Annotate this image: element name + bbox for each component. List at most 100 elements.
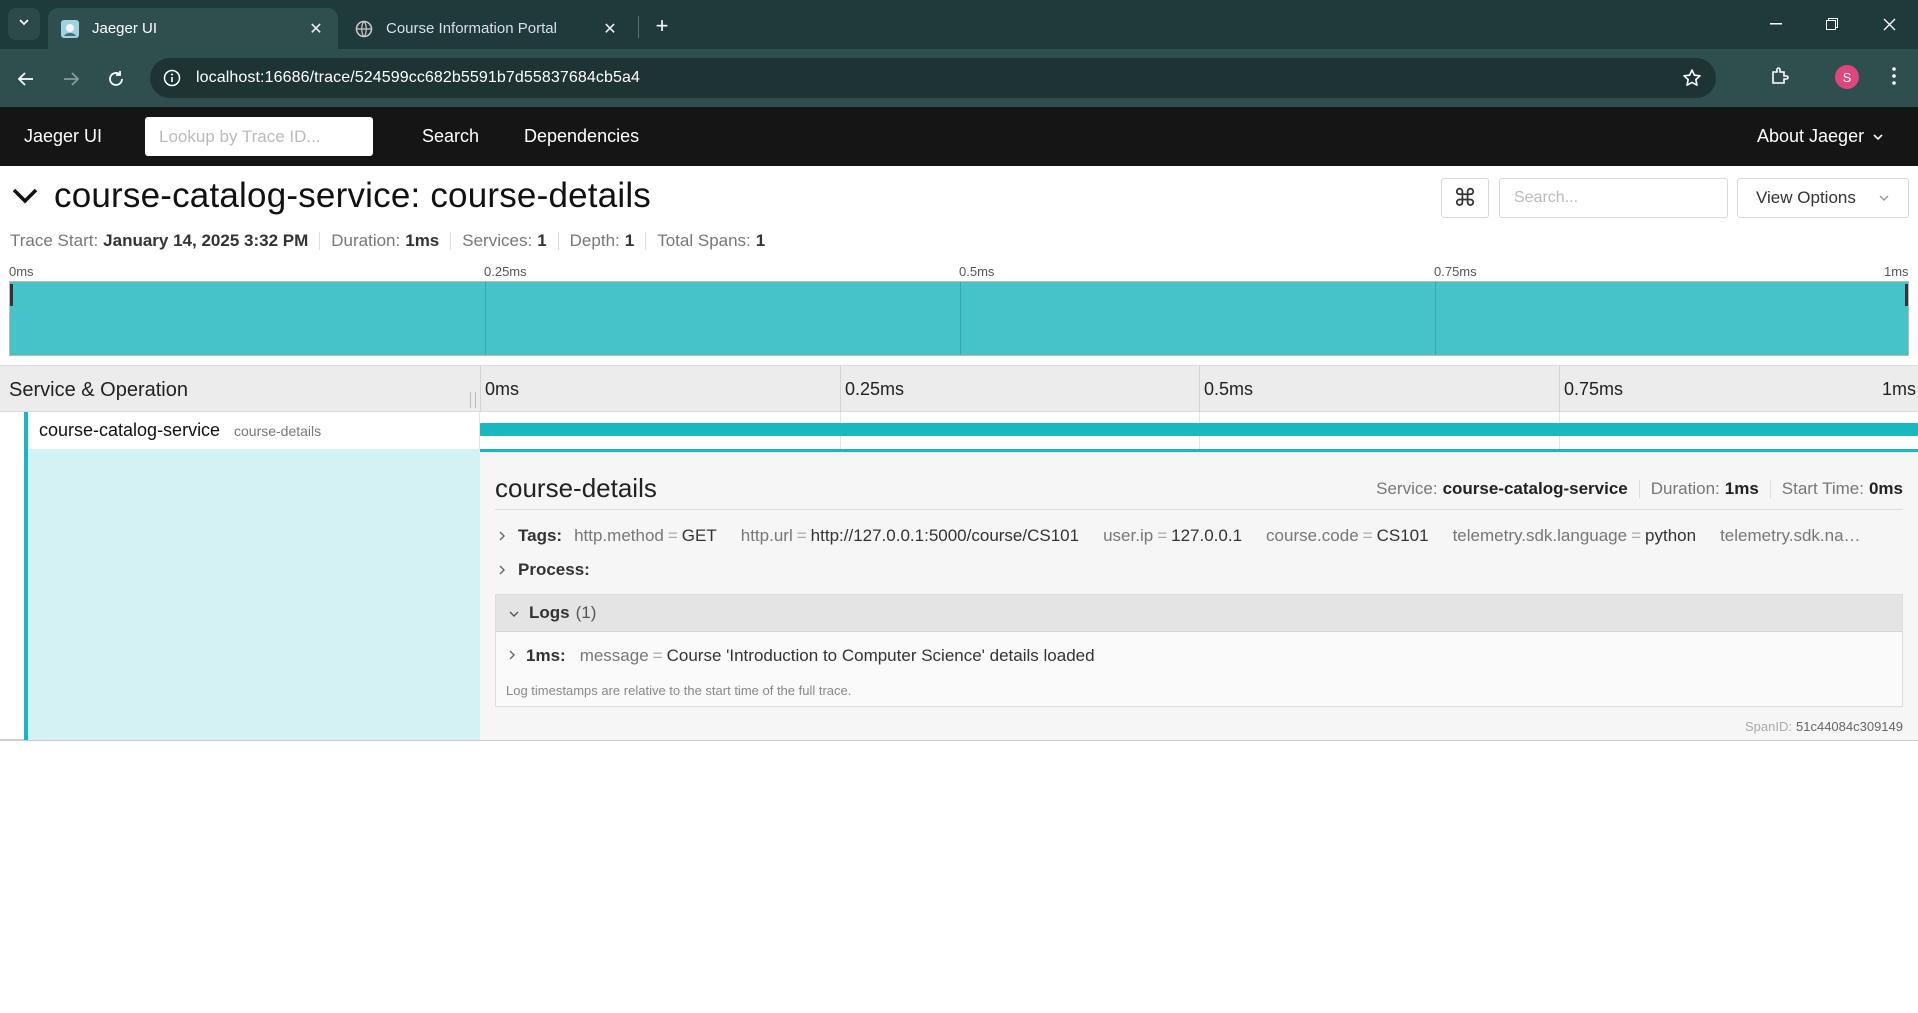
- collapse-chevron-icon[interactable]: [10, 181, 40, 211]
- chevron-down-icon: [1873, 133, 1883, 140]
- close-tab-icon[interactable]: ✕: [304, 17, 328, 41]
- timeline-tick-label: 1ms: [1882, 379, 1917, 399]
- timeline-tick-label: 0.5ms: [1204, 379, 1254, 399]
- minimap-tick-label: 0.5ms: [959, 264, 995, 279]
- logs-footnote: Log timestamps are relative to the start…: [506, 683, 852, 698]
- span-row[interactable]: course-catalog-service course-details: [0, 412, 1918, 449]
- trace-minimap[interactable]: [9, 281, 1909, 356]
- minimap-gridline: [485, 282, 486, 355]
- bookmark-star-icon[interactable]: [1680, 66, 1704, 90]
- jaeger-brand-link[interactable]: Jaeger UI: [24, 126, 102, 147]
- span-operation-name: course-details: [234, 423, 322, 439]
- timeline-tick-label: 0.25ms: [845, 379, 905, 399]
- nav-dependencies-link[interactable]: Dependencies: [524, 126, 639, 147]
- tab-course-information-portal[interactable]: Course Information Portal ✕: [342, 8, 632, 49]
- tag-item: course.code = CS101: [1266, 526, 1429, 545]
- chevron-right-icon[interactable]: [495, 530, 509, 542]
- minimap-tick-label: 0ms: [9, 264, 34, 279]
- tag-item: http.method = GET: [574, 526, 717, 545]
- logs-header[interactable]: Logs (1): [496, 595, 1902, 632]
- forward-arrow-icon: [64, 72, 80, 86]
- chevron-down-icon: [1879, 195, 1889, 201]
- log-timestamp: 1ms:: [526, 646, 566, 665]
- trace-total-spans: Total Spans: 1: [657, 231, 766, 250]
- new-tab-button[interactable]: +: [648, 12, 676, 40]
- address-bar[interactable]: localhost:16686/trace/524599cc682b5591b7…: [150, 58, 1716, 98]
- tab-search-button[interactable]: [8, 8, 40, 40]
- close-window-icon[interactable]: [1866, 8, 1912, 40]
- browser-tab-bar: Jaeger UI ✕ Course Information Portal ✕ …: [0, 0, 1918, 49]
- timeline-tick-label: 0ms: [485, 379, 520, 399]
- timeline-header: Service & Operation 0ms 0.25ms 0.5ms 0.7…: [0, 365, 1918, 413]
- span-service-name[interactable]: course-catalog-service: [39, 420, 220, 441]
- trace-title: course-catalog-service: course-details: [54, 176, 652, 215]
- jaeger-favicon-icon: [60, 19, 80, 39]
- timeline-tick-label: 0.75ms: [1564, 379, 1624, 399]
- minimap-tick-label: 1ms: [1884, 264, 1909, 279]
- jaeger-top-nav: Jaeger UI Search Dependencies About Jaeg…: [0, 107, 1918, 166]
- span-detail-summary: Service: course-catalog-service Duration:…: [1376, 479, 1903, 498]
- trace-id-lookup-input[interactable]: [145, 117, 373, 156]
- log-field: message = Course 'Introduction to Computer…: [579, 646, 1095, 665]
- tag-item: telemetry.sdk.na…: [1720, 526, 1861, 545]
- minimap-gridline: [1435, 282, 1436, 355]
- command-key-icon: ⌘: [1453, 184, 1477, 212]
- tag-item: http.url = http://127.0.0.1:5000/course/CS…: [740, 526, 1080, 545]
- keyboard-shortcuts-button[interactable]: ⌘: [1441, 178, 1489, 218]
- process-label: Process:: [518, 560, 590, 579]
- span-detail-row: course-details Service: course-catalog-se…: [0, 449, 1918, 741]
- minimap-tick-label: 0.25ms: [484, 264, 527, 279]
- trace-meta: Trace Start: January 14, 2025 3:32 PM Dur…: [10, 231, 765, 251]
- span-color-bar: [24, 412, 28, 449]
- tag-item: telemetry.sdk.language = python: [1452, 526, 1697, 545]
- minimap-left-handle[interactable]: [10, 284, 13, 306]
- about-jaeger-menu[interactable]: About Jaeger: [1757, 126, 1884, 147]
- restore-icon[interactable]: [1809, 8, 1855, 40]
- browser-menu-icon[interactable]: [1880, 62, 1908, 90]
- log-entry[interactable]: 1ms: message = Course 'Introduction to Com…: [508, 646, 1119, 666]
- reload-button[interactable]: [100, 63, 132, 95]
- view-options-label: View Options: [1756, 188, 1856, 207]
- trace-search-input[interactable]: [1499, 178, 1728, 218]
- minimap-gridline: [960, 282, 961, 355]
- nav-search-link[interactable]: Search: [422, 126, 479, 147]
- span-name-cell[interactable]: course-catalog-service course-details: [0, 412, 480, 449]
- trace-start: Trace Start: January 14, 2025 3:32 PM: [10, 231, 309, 250]
- trace-services: Services: 1: [462, 231, 547, 250]
- logs-label: Logs: [529, 603, 570, 622]
- tab-jaeger-ui[interactable]: Jaeger UI ✕: [48, 8, 338, 49]
- span-duration-bar[interactable]: [480, 423, 1918, 436]
- site-info-icon[interactable]: [160, 66, 184, 90]
- tab-separator: [638, 16, 639, 38]
- logs-section: Logs (1) 1ms: message = Course 'Introducti…: [495, 594, 1903, 707]
- chevron-right-icon[interactable]: [495, 564, 509, 576]
- globe-icon: [354, 19, 374, 39]
- view-options-dropdown[interactable]: View Options: [1737, 178, 1909, 218]
- minimap-tick-label: 0.75ms: [1434, 264, 1477, 279]
- extensions-icon[interactable]: [1766, 62, 1794, 90]
- span-detail-title: course-details: [495, 473, 657, 503]
- chevron-down-icon[interactable]: [508, 603, 520, 623]
- span-detail-panel: course-details Service: course-catalog-se…: [480, 449, 1918, 740]
- trace-depth: Depth: 1: [569, 231, 635, 250]
- tags-section[interactable]: Tags: http.method = GET http.url = http://12…: [495, 525, 1903, 547]
- tab-title: Jaeger UI: [92, 20, 158, 37]
- tab-title: Course Information Portal: [386, 20, 557, 37]
- forward-button[interactable]: [55, 63, 87, 95]
- back-arrow-icon: [17, 72, 33, 86]
- process-section[interactable]: Process:: [495, 559, 1903, 581]
- minimize-icon[interactable]: [1753, 8, 1799, 40]
- span-id: SpanID: 51c44084c309149: [1745, 719, 1903, 734]
- minimap-ticks: 0ms 0.25ms 0.5ms 0.75ms 1ms: [0, 262, 1918, 280]
- profile-avatar[interactable]: S: [1835, 65, 1859, 89]
- about-jaeger-label: About Jaeger: [1757, 126, 1865, 146]
- minimap-right-handle[interactable]: [1905, 284, 1908, 306]
- column-resize-handle[interactable]: [470, 392, 476, 408]
- reload-icon: [109, 71, 123, 86]
- back-button[interactable]: [10, 63, 42, 95]
- close-tab-icon[interactable]: ✕: [598, 17, 622, 41]
- logs-count: (1): [575, 603, 597, 622]
- browser-toolbar: localhost:16686/trace/524599cc682b5591b7…: [0, 49, 1918, 107]
- url-text[interactable]: localhost:16686/trace/524599cc682b5591b7…: [196, 69, 640, 87]
- chevron-right-icon[interactable]: [508, 646, 516, 666]
